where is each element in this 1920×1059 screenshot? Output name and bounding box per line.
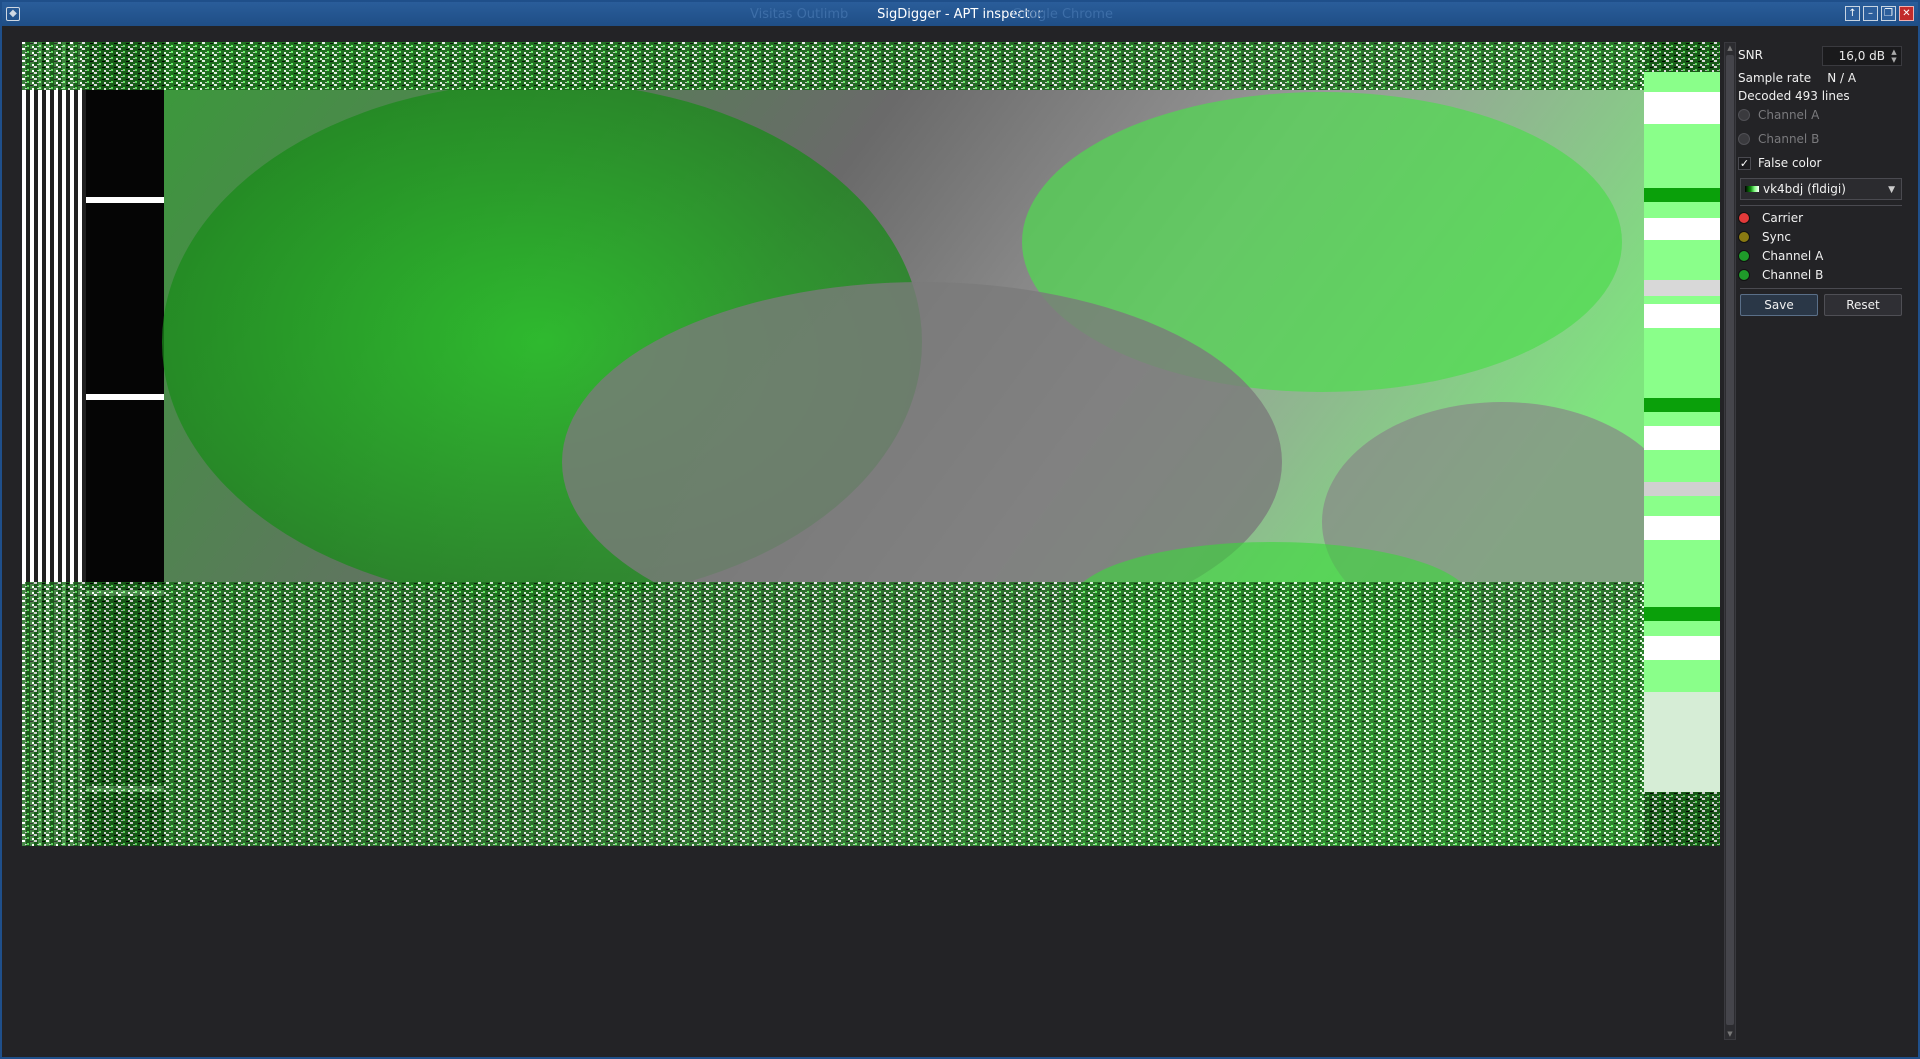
spin-down-icon[interactable]: ▼ [1888, 56, 1900, 64]
indicator-label: Channel A [1762, 249, 1824, 263]
save-button[interactable]: Save [1740, 294, 1818, 316]
checkmark-icon[interactable]: ✓ [1738, 156, 1751, 170]
apt-controls-panel: SNR 16,0 dB ▲ ▼ Sample rate N / A Decode… [1738, 42, 1902, 342]
sample-rate-label: Sample rate [1738, 71, 1812, 85]
channel-a-radio-label: Channel A [1758, 108, 1820, 122]
reset-button[interactable]: Reset [1824, 294, 1902, 316]
noise-bottom [22, 582, 1720, 846]
palette-swatch-icon [1745, 186, 1759, 192]
separator [1740, 205, 1902, 206]
snr-spin-buttons[interactable]: ▲ ▼ [1888, 48, 1900, 64]
palette-select[interactable]: vk4bdj (fldigi) ▼ [1740, 178, 1902, 200]
channel-b-radio[interactable]: Channel B [1738, 132, 1819, 146]
decoded-lines-label: Decoded 493 lines [1738, 89, 1850, 103]
scrollbar-thumb[interactable] [1726, 55, 1734, 1025]
snr-value[interactable]: 16,0 dB [1839, 49, 1885, 63]
scroll-up-arrow-icon[interactable]: ▲ [1726, 44, 1734, 52]
indicator-label: Sync [1762, 230, 1791, 244]
channel-b-radio-label: Channel B [1758, 132, 1820, 146]
indicator-label: Channel B [1762, 268, 1824, 282]
scroll-down-arrow-icon[interactable]: ▼ [1726, 1030, 1734, 1038]
led-icon [1738, 231, 1750, 243]
radio-icon[interactable] [1738, 109, 1750, 121]
chevron-down-icon[interactable]: ▼ [1888, 185, 1895, 195]
keep-above-icon[interactable]: ↑ [1845, 6, 1860, 21]
vertical-scrollbar[interactable]: ▲ ▼ [1724, 42, 1736, 1040]
channel-a-radio[interactable]: Channel A [1738, 108, 1819, 122]
noise-top [22, 42, 1720, 90]
close-icon[interactable]: ✕ [1899, 6, 1914, 21]
app-icon[interactable]: ◆ [6, 7, 20, 21]
sample-rate-value: N / A [1827, 71, 1857, 85]
title-bar: ◆ Visitas Outlimb SigDigger - APT inspec… [2, 2, 1918, 26]
apt-decoded-image [22, 42, 1720, 846]
led-icon [1738, 250, 1750, 262]
apt-image-view[interactable] [22, 42, 1720, 846]
spin-up-icon[interactable]: ▲ [1888, 48, 1900, 56]
channel-a-indicator: Channel A [1738, 249, 1823, 263]
minimize-icon[interactable]: – [1863, 6, 1878, 21]
sync-indicator: Sync [1738, 230, 1791, 244]
led-icon [1738, 212, 1750, 224]
indicator-label: Carrier [1762, 211, 1804, 225]
background-window-title-left: Visitas Outlimb [750, 7, 849, 22]
radio-icon[interactable] [1738, 133, 1750, 145]
apt-inspector-window: ◆ Visitas Outlimb SigDigger - APT inspec… [0, 0, 1920, 1059]
minute-marker [86, 197, 164, 203]
snr-spinbox[interactable]: 16,0 dB ▲ ▼ [1822, 46, 1902, 66]
minute-marker [86, 394, 164, 400]
snr-label: SNR [1738, 48, 1763, 62]
background-window-title-right: Google Chrome [1012, 7, 1113, 22]
false-color-checkbox[interactable]: ✓ False color [1738, 156, 1822, 170]
carrier-indicator: Carrier [1738, 211, 1803, 225]
maximize-icon[interactable]: ❐ [1881, 6, 1896, 21]
window-controls: ↑ – ❐ ✕ [1845, 6, 1914, 21]
led-icon [1738, 269, 1750, 281]
palette-selected-value: vk4bdj (fldigi) [1763, 182, 1846, 196]
separator [1740, 288, 1902, 289]
channel-b-indicator: Channel B [1738, 268, 1823, 282]
false-color-label: False color [1758, 156, 1822, 170]
